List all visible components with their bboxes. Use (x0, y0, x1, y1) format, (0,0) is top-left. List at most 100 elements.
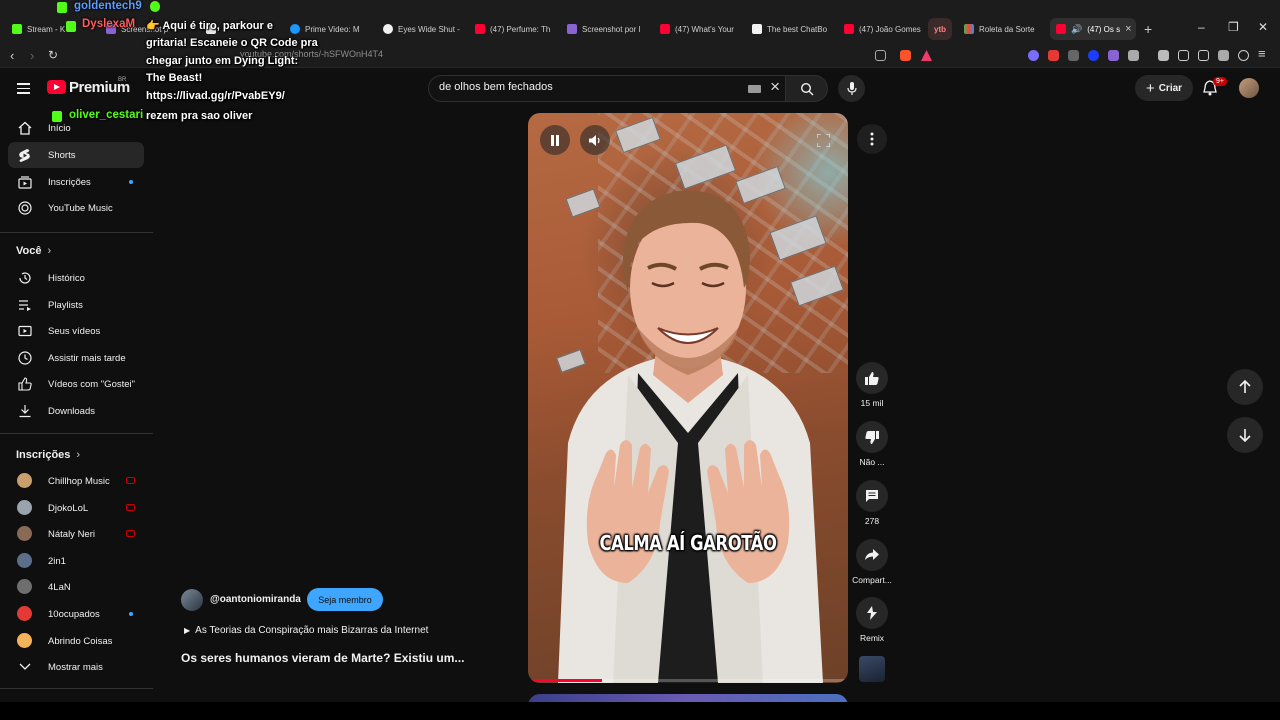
create-button[interactable]: + Criar (1135, 75, 1193, 101)
live-indicator-icon (126, 477, 135, 484)
browser-tab[interactable]: Screenshot p (100, 18, 178, 40)
browser-tab[interactable]: Screenshot por l (561, 18, 645, 40)
menu-icon[interactable]: ≡ (1258, 46, 1266, 61)
sidebar-toggle-icon[interactable] (1178, 50, 1189, 61)
screenshot-icon (567, 24, 577, 34)
sidebar-channel-chillhop[interactable]: Chillhop Music (8, 468, 144, 494)
search-box[interactable]: × (428, 75, 786, 102)
previous-short-button[interactable] (1227, 369, 1263, 405)
dislike-button[interactable]: Não ... (852, 421, 892, 467)
live-indicator-icon (126, 504, 135, 511)
reload-button[interactable]: ↻ (48, 48, 58, 62)
browser-tab[interactable]: Prime Video: M (284, 18, 368, 40)
sidebar-item-home[interactable]: Início (8, 115, 144, 141)
sidebar-channel-nataly-neri[interactable]: Nátaly Neri (8, 521, 144, 547)
clear-search-icon[interactable]: × (770, 77, 780, 97)
fullscreen-button[interactable] (808, 125, 838, 155)
extension-icon[interactable] (1068, 50, 1079, 61)
sidebar-channel-djokolol[interactable]: DjokoLoL (8, 495, 144, 521)
browser-tab[interactable]: Eyes Wide Shut - (377, 18, 461, 40)
channel-avatar[interactable] (181, 589, 203, 611)
new-tab-button[interactable]: + (1144, 21, 1152, 37)
extension-icon[interactable] (1028, 50, 1039, 61)
like-button[interactable]: 15 mil (852, 362, 892, 408)
guide-menu-icon[interactable] (17, 83, 30, 94)
back-button[interactable]: ‹ (10, 48, 14, 63)
brave-shield-icon[interactable] (900, 50, 911, 61)
browser-tab[interactable]: Roleta da Sorte (958, 18, 1042, 40)
close-tab-icon[interactable]: × (1125, 23, 1131, 35)
close-window-button[interactable]: ✕ (1258, 20, 1268, 34)
play-icon: ▶ (184, 626, 191, 635)
pause-button[interactable] (540, 125, 570, 155)
screenshot-icon (106, 24, 116, 34)
short-video-player[interactable]: CALMA AÍ GAROTÃO (528, 113, 848, 683)
browser-tab[interactable]: ytb (928, 18, 952, 40)
keyboard-icon[interactable] (748, 85, 761, 93)
extension-icon[interactable] (1108, 50, 1119, 61)
sidebar-item-history[interactable]: Histórico (8, 265, 144, 291)
more-options-button[interactable] (857, 124, 887, 154)
playlist-link[interactable]: ▶ As Teorias da Conspiração mais Bizarras… (184, 625, 428, 636)
youtube-masthead: Premium BR × +Criar 9+ (0, 68, 1280, 110)
browser-tab[interactable]: (47) João Gomes (838, 18, 922, 40)
vpn-icon[interactable] (1238, 50, 1249, 61)
volume-button[interactable] (580, 125, 610, 155)
sidebar-item-downloads[interactable]: Downloads (8, 398, 144, 424)
new-content-dot (129, 180, 133, 184)
search-button[interactable] (786, 75, 828, 102)
url-field[interactable]: youtube.com/shorts/-hSFWOnH4T4 (240, 49, 383, 59)
account-avatar[interactable] (1239, 78, 1259, 98)
remix-button[interactable]: Remix (852, 597, 892, 643)
sidebar-channel-4lan[interactable]: 4LaN (8, 574, 144, 600)
sidebar-item-playlists[interactable]: Playlists (8, 292, 144, 318)
sidebar-channel-abrindo-coisas[interactable]: Abrindo Coisas (8, 628, 144, 654)
address-bar: ‹ › ↻ youtube.com/shorts/-hSFWOnH4T4 ≡ (0, 44, 1280, 68)
brave-rewards-icon[interactable] (921, 50, 932, 61)
sidebar-item-shorts[interactable]: Shorts (8, 142, 144, 168)
voice-search-button[interactable] (838, 75, 865, 102)
join-button[interactable]: Seja membro (307, 588, 383, 611)
sidebar-you-heading[interactable]: Você › (16, 245, 51, 257)
youtube-logo-icon[interactable] (47, 80, 66, 94)
browser-tab[interactable]: (47) What's Your (654, 18, 738, 40)
share-circle (856, 539, 888, 571)
browser-tab-active[interactable]: 🔊 (47) Os s × (1050, 18, 1136, 40)
puzzle-icon[interactable] (1128, 50, 1139, 61)
sidebar-item-liked-videos[interactable]: Vídeos com "Gostei" (8, 371, 144, 397)
cast-icon[interactable] (875, 50, 886, 61)
sidebar-item-watch-later[interactable]: Assistir mais tarde (8, 345, 144, 371)
music-icon (17, 201, 32, 216)
video-caption: CALMA AÍ GAROTÃO (599, 531, 777, 555)
forward-button[interactable]: › (30, 48, 34, 63)
audio-source-thumbnail[interactable] (859, 656, 885, 682)
extension-icon[interactable] (1088, 50, 1099, 61)
maximize-button[interactable]: ❐ (1228, 20, 1239, 34)
sidebar-item-your-videos[interactable]: Seus vídeos (8, 318, 144, 344)
sidebar-channel-10ocupados[interactable]: 10ocupados (8, 601, 144, 627)
browser-tab[interactable]: Stream - K D (6, 18, 84, 40)
next-short-button[interactable] (1227, 417, 1263, 453)
share-button[interactable]: Compart... (852, 539, 892, 585)
comments-button[interactable]: 278 (852, 480, 892, 526)
channel-handle[interactable]: @oantoniomiranda (210, 594, 301, 605)
short-title[interactable]: Os seres humanos vieram de Marte? Existi… (181, 651, 464, 665)
sidebar-show-more[interactable]: Mostrar mais (8, 654, 144, 680)
sidebar-item-youtube-music[interactable]: YouTube Music (8, 195, 144, 221)
browser-tab[interactable]: The best ChatBo (746, 18, 830, 40)
browser-tab[interactable]: (47) Perfume: Th (469, 18, 553, 40)
sidebar-channel-2in1[interactable]: 2in1 (8, 548, 144, 574)
wallet-icon[interactable] (1198, 50, 1209, 61)
sidebar-subscriptions-heading[interactable]: Inscrições › (16, 449, 80, 461)
sidebar-item-subscriptions[interactable]: Inscrições (8, 169, 144, 195)
music-controls-icon[interactable] (1158, 50, 1169, 61)
leo-icon[interactable] (1218, 50, 1229, 61)
chat-message-line: rezem pra sao oliver (146, 110, 253, 122)
extension-icon[interactable] (1048, 50, 1059, 61)
browser-tab[interactable] (200, 18, 278, 40)
video-progress-bar[interactable] (528, 679, 848, 682)
minimize-button[interactable]: – (1198, 20, 1205, 34)
search-input[interactable] (439, 81, 739, 93)
dislike-circle (856, 421, 888, 453)
thumbs-down-icon (865, 430, 879, 444)
